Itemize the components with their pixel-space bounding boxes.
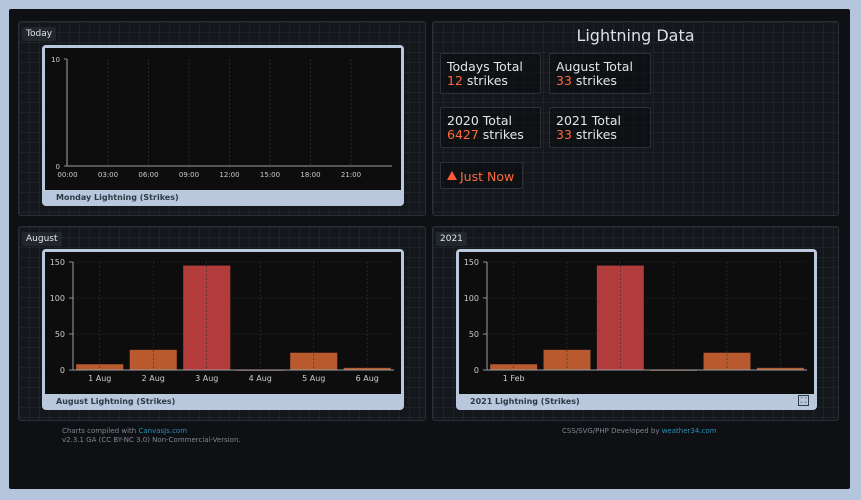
total-2020-unit: strikes (482, 127, 524, 142)
footer-credits-right: CSS/SVG/PHP Developed by weather34.com (562, 427, 716, 436)
x-tick-label: 15:00 (260, 171, 280, 179)
today-panel-tag: Today (22, 27, 57, 41)
todays-total-value: 12 (447, 73, 463, 88)
y-tick-label: 100 (50, 294, 65, 303)
x-tick-label: 00:00 (57, 171, 77, 179)
chart-background (45, 48, 401, 190)
x-tick-label: 12:00 (219, 171, 239, 179)
fullscreen-icon[interactable]: ⛶ (798, 395, 809, 406)
x-tick-label: 09:00 (179, 171, 199, 179)
year-2021-chart: 0 50 100 150 1 Feb (459, 252, 814, 394)
total-2020-label: 2020 Total (447, 113, 512, 128)
year-2021-chart-card: 0 50 100 150 1 Feb 2021 Lightning (Strikes) … (456, 249, 817, 410)
x-tick-label: 03:00 (98, 171, 118, 179)
y-tick-label: 0 (56, 163, 60, 171)
august-total-label: August Total (556, 59, 633, 74)
total-2021-value: 33 (556, 127, 572, 142)
x-tick-label: 1 Aug (88, 374, 111, 383)
lightning-data-title: Lightning Data (576, 26, 695, 45)
x-tick-label: 1 Feb (503, 374, 525, 383)
august-panel-tag: August (22, 232, 62, 246)
y-tick-label: 150 (464, 258, 479, 267)
x-tick-label: 6 Aug (356, 374, 379, 383)
footer-left-version: v2.3.1 GA (CC BY-NC 3.0) Non-Commercial-… (62, 436, 241, 444)
x-tick-label: 2 Aug (142, 374, 165, 383)
y-tick-label: 10 (51, 56, 60, 64)
total-2020-value: 6427 (447, 127, 479, 142)
footer-left-prefix: Charts compiled with (62, 427, 139, 435)
warning-icon (447, 171, 457, 180)
x-tick-label: 18:00 (300, 171, 320, 179)
footer-credits-left: Charts compiled with CanvasJs.com v2.3.1… (62, 427, 241, 445)
august-chart-caption: August Lightning (Strikes) (56, 397, 176, 406)
today-chart: 0 10 00:00 03:00 06:00 09:00 12:00 15:00 18:00 21… (45, 48, 401, 190)
y-tick-label: 0 (474, 366, 479, 375)
x-tick-label: 4 Aug (249, 374, 272, 383)
year-2021-panel-tag: 2021 (436, 232, 467, 246)
y-tick-label: 50 (469, 330, 479, 339)
footer-right-prefix: CSS/SVG/PHP Developed by (562, 427, 662, 435)
canvasjs-link[interactable]: CanvasJs.com (138, 427, 187, 435)
august-chart: 0 50 100 150 1 Aug 2 Aug 3 Aug 4 Aug 5 Aug 6 Aug (45, 252, 401, 394)
todays-total-unit: strikes (466, 73, 508, 88)
weather34-link[interactable]: weather34.com (662, 427, 717, 435)
x-tick-label: 3 Aug (195, 374, 218, 383)
today-chart-caption: Monday Lightning (Strikes) (56, 193, 179, 202)
y-tick-label: 50 (55, 330, 65, 339)
last-strike-text: Just Now (460, 169, 515, 184)
august-total-value: 33 (556, 73, 572, 88)
x-tick-label: 5 Aug (302, 374, 325, 383)
x-tick-label: 06:00 (138, 171, 158, 179)
year-2021-chart-caption: 2021 Lightning (Strikes) (470, 397, 580, 406)
last-strike-alert: Just Now (440, 162, 523, 189)
total-2021-unit: strikes (575, 127, 617, 142)
total-2020-box: 2020 Total 6427 strikes (440, 107, 541, 148)
x-tick-label: 21:00 (341, 171, 361, 179)
todays-total-label: Todays Total (447, 59, 523, 74)
august-chart-card: 0 50 100 150 1 Aug 2 Aug 3 Aug 4 Aug 5 Aug 6 Aug … (42, 249, 404, 410)
today-chart-card: 0 10 00:00 03:00 06:00 09:00 12:00 15:00 18:00 21… (42, 45, 404, 206)
august-total-unit: strikes (575, 73, 617, 88)
august-total-box: August Total 33 strikes (549, 53, 651, 94)
y-tick-label: 150 (50, 258, 65, 267)
total-2021-box: 2021 Total 33 strikes (549, 107, 651, 148)
y-tick-label: 0 (60, 366, 65, 375)
todays-total-box: Todays Total 12 strikes (440, 53, 541, 94)
y-tick-label: 100 (464, 294, 479, 303)
total-2021-label: 2021 Total (556, 113, 621, 128)
